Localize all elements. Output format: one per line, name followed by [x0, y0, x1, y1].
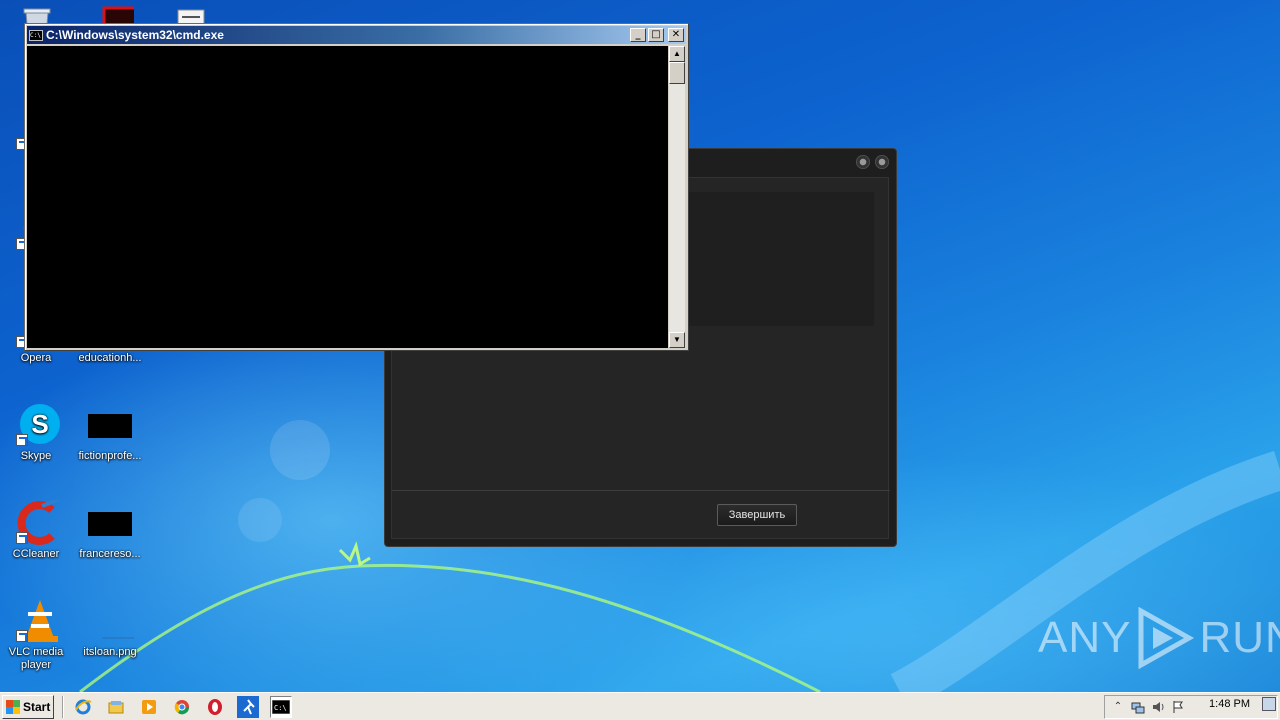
- svg-text:C:\: C:\: [274, 704, 287, 712]
- shortcut-arrow-icon: [16, 434, 28, 446]
- image-file-icon: [86, 598, 147, 642]
- desktop-icon-label: Opera: [20, 352, 52, 364]
- start-label: Start: [23, 699, 51, 714]
- taskbar: Start C:\ ⌃ 1:48 PM: [0, 692, 1280, 720]
- desktop-icon-label: fictionprofe...: [78, 450, 142, 462]
- desktop-icon-francereso[interactable]: francereso...: [72, 500, 148, 561]
- minimize-button[interactable]: _: [630, 28, 646, 42]
- scroll-down-icon[interactable]: ▼: [669, 332, 685, 348]
- volume-icon[interactable]: [1151, 700, 1165, 714]
- desktop-icon-label: Skype: [20, 450, 52, 462]
- desktop-icon-label: educationh...: [78, 352, 142, 364]
- internet-explorer-icon[interactable]: [72, 696, 94, 718]
- taskbar-separator: [62, 695, 64, 718]
- system-tray: ⌃: [1104, 695, 1278, 719]
- minimize-button[interactable]: [856, 155, 870, 169]
- desktop-icon-label: CCleaner: [12, 548, 60, 560]
- divider: [392, 490, 890, 491]
- desktop-icon-fictionprofe[interactable]: fictionprofe...: [72, 402, 148, 463]
- desktop-icon-vlc[interactable]: VLC media player: [0, 598, 74, 672]
- chrome-taskbar-icon[interactable]: [171, 696, 193, 718]
- scroll-up-icon[interactable]: ▲: [669, 46, 685, 62]
- cmd-window: C:\ C:\Windows\system32\cmd.exe _ □ ✕ ▲ …: [24, 23, 689, 351]
- vertical-scrollbar[interactable]: ▲ ▼: [669, 46, 685, 348]
- desktop-icon-ccleaner[interactable]: CCleaner: [0, 498, 74, 561]
- watermark-right-text: RUN: [1199, 613, 1280, 662]
- cmd-titlebar[interactable]: C:\ C:\Windows\system32\cmd.exe _ □ ✕: [27, 26, 686, 44]
- scroll-thumb[interactable]: [669, 62, 685, 84]
- watermark-left-text: ANY: [1038, 613, 1132, 662]
- start-button[interactable]: Start: [2, 694, 54, 719]
- close-button[interactable]: ✕: [668, 28, 684, 42]
- play-logo-icon: [1138, 607, 1195, 669]
- cmd-taskbar-button[interactable]: C:\: [270, 695, 292, 718]
- desktop-icon-itsloan[interactable]: itsloan.png: [72, 598, 148, 659]
- show-desktop-button[interactable]: [1262, 697, 1276, 711]
- black-file-icon: [86, 402, 134, 446]
- black-file-icon: [86, 500, 134, 544]
- cmd-icon: C:\: [29, 29, 43, 41]
- vlc-icon: [12, 598, 60, 642]
- desktop: Re F G C Opera S Skype CCl: [0, 0, 1280, 692]
- file-explorer-icon[interactable]: [105, 696, 127, 718]
- clock[interactable]: 1:48 PM: [1209, 698, 1250, 710]
- anyrun-watermark: ANY RUN: [1038, 607, 1280, 669]
- skype-icon: S: [12, 402, 60, 446]
- windows-logo-icon: [6, 699, 20, 714]
- shortcut-arrow-icon: [16, 532, 28, 544]
- desktop-icon-label: francereso...: [79, 548, 141, 560]
- desktop-icon-label: itsloan.png: [83, 646, 137, 658]
- ccleaner-icon: [12, 498, 60, 545]
- network-icon[interactable]: [1131, 700, 1145, 714]
- show-hidden-icons-icon[interactable]: ⌃: [1111, 700, 1125, 714]
- action-center-flag-icon[interactable]: [1171, 700, 1185, 714]
- svg-text:S: S: [31, 409, 48, 439]
- opera-taskbar-icon[interactable]: [204, 696, 226, 718]
- window-title: C:\Windows\system32\cmd.exe: [46, 28, 224, 42]
- desktop-icon-label: VLC media player: [8, 646, 64, 671]
- shortcut-arrow-icon: [16, 630, 28, 642]
- running-app-icon[interactable]: [237, 695, 259, 718]
- finish-button[interactable]: Завершить: [717, 504, 797, 526]
- console-output[interactable]: [27, 46, 668, 348]
- media-player-icon[interactable]: [138, 696, 160, 718]
- maximize-button[interactable]: □: [648, 28, 664, 42]
- close-button[interactable]: [875, 155, 889, 169]
- desktop-icon-skype[interactable]: S Skype: [0, 402, 74, 463]
